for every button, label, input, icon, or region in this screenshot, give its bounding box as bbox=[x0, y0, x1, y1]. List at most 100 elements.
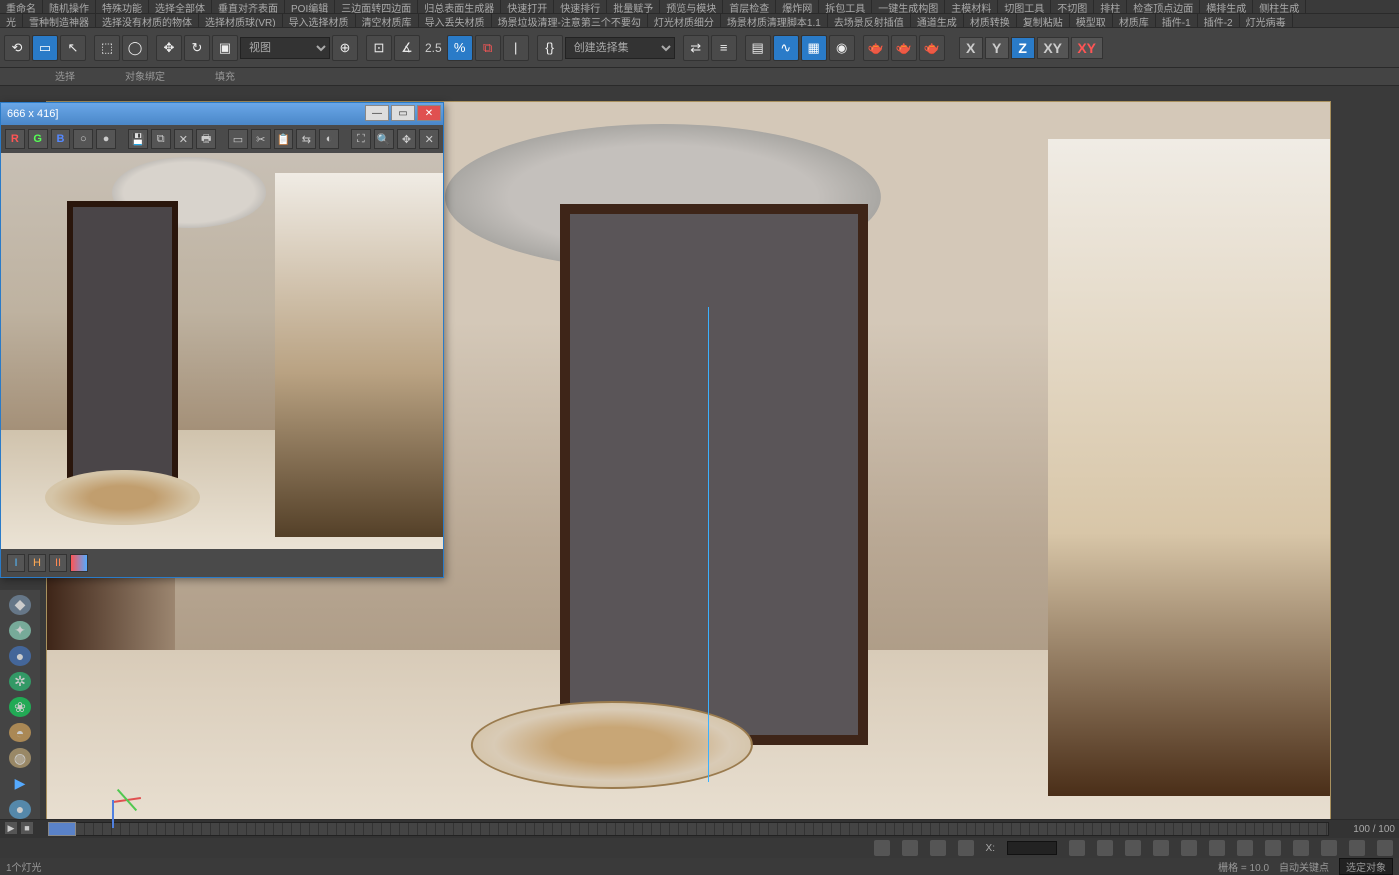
pivot-icon[interactable]: ⊕ bbox=[332, 35, 358, 61]
menu-item[interactable]: 预览与模块 bbox=[660, 0, 723, 13]
menu-item[interactable]: 侧柱生成 bbox=[1253, 0, 1306, 13]
status-icon-1[interactable] bbox=[874, 840, 890, 856]
clear-image-icon[interactable]: ✕ bbox=[174, 129, 194, 149]
scale-icon[interactable]: ▣ bbox=[212, 35, 238, 61]
named-sets-icon[interactable]: {} bbox=[537, 35, 563, 61]
reference-coord-dropdown[interactable]: 视图 bbox=[240, 37, 330, 59]
status-icon-4[interactable] bbox=[958, 840, 974, 856]
cloth-tab-icon[interactable]: ● bbox=[9, 646, 31, 666]
menu-item[interactable]: 去场景反射插值 bbox=[828, 14, 911, 27]
alpha-button[interactable]: ○ bbox=[73, 129, 93, 149]
menu-item[interactable]: 一键生成构图 bbox=[872, 0, 945, 13]
copy-icon[interactable]: 📋 bbox=[274, 129, 294, 149]
timeline-track[interactable] bbox=[48, 822, 1329, 836]
menu-item[interactable]: 特殊功能 bbox=[96, 0, 149, 13]
menu-item[interactable]: 插件-2 bbox=[1198, 14, 1240, 27]
menu-item[interactable]: 首层检查 bbox=[723, 0, 776, 13]
status-icon-2[interactable] bbox=[902, 840, 918, 856]
render-setup-icon[interactable]: 🫖 bbox=[863, 35, 889, 61]
zoom-fit-icon[interactable]: ⛶ bbox=[351, 129, 371, 149]
terrain-tab-icon[interactable]: ◍ bbox=[9, 748, 31, 768]
channel-g-button[interactable]: G bbox=[28, 129, 48, 149]
curve-editor-icon[interactable]: ∿ bbox=[773, 35, 799, 61]
edge-constraint-icon[interactable]: | bbox=[503, 35, 529, 61]
menu-item[interactable]: 场景材质清理脚本1.1 bbox=[721, 14, 828, 27]
percent-snap-icon[interactable]: % bbox=[447, 35, 473, 61]
menu-item[interactable]: 场景垃圾清理-注意第三个不要勾 bbox=[492, 14, 648, 27]
undo-icon[interactable]: ⟲ bbox=[4, 35, 30, 61]
menu-item[interactable]: POI编辑 bbox=[285, 0, 335, 13]
menu-item[interactable]: 材质转换 bbox=[964, 14, 1017, 27]
print-icon[interactable]: 🖶 bbox=[196, 129, 216, 149]
render-frame-icon[interactable]: 🫖 bbox=[891, 35, 917, 61]
close-button[interactable]: ✕ bbox=[417, 105, 441, 121]
mono-button[interactable]: ● bbox=[96, 129, 116, 149]
status-extra-icon[interactable] bbox=[70, 554, 88, 572]
particle-tab-icon[interactable]: ✲ bbox=[9, 672, 31, 692]
menu-item[interactable]: 导入选择材质 bbox=[283, 14, 356, 27]
menu-item[interactable]: 排柱 bbox=[1094, 0, 1127, 13]
align-icon[interactable]: ≡ bbox=[711, 35, 737, 61]
menu-item[interactable]: 不切图 bbox=[1051, 0, 1094, 13]
menu-item[interactable]: 爆炸网 bbox=[776, 0, 819, 13]
snap-toggle-icon[interactable]: ⊡ bbox=[366, 35, 392, 61]
nav-max-icon[interactable] bbox=[1377, 840, 1393, 856]
axis-z-button[interactable]: Z bbox=[1011, 37, 1035, 59]
nav-zoom-icon[interactable] bbox=[1321, 840, 1337, 856]
clone-image-icon[interactable]: ⧉ bbox=[151, 129, 171, 149]
timeline[interactable]: ▶ ■ 100 / 100 bbox=[0, 820, 1399, 838]
status-i-button[interactable]: I bbox=[7, 554, 25, 572]
mirror-icon[interactable]: ⇄ bbox=[683, 35, 709, 61]
key-filters-icon[interactable] bbox=[1125, 840, 1141, 856]
play-button[interactable]: ▶ bbox=[4, 821, 18, 835]
rock-tab-icon[interactable]: ◓ bbox=[9, 723, 31, 743]
channel-b-button[interactable]: B bbox=[51, 129, 71, 149]
menu-item[interactable]: 复制粘贴 bbox=[1017, 14, 1070, 27]
save-image-icon[interactable]: 💾 bbox=[128, 129, 148, 149]
magnet-icon[interactable]: ⧉ bbox=[475, 35, 501, 61]
menu-item[interactable]: 检查顶点边面 bbox=[1127, 0, 1200, 13]
crop-icon[interactable]: ✂ bbox=[251, 129, 271, 149]
axis-xy-button[interactable]: XY bbox=[1037, 37, 1069, 59]
region-icon[interactable]: ▭ bbox=[228, 129, 248, 149]
axis-y-button[interactable]: Y bbox=[985, 37, 1009, 59]
menu-item[interactable]: 随机操作 bbox=[43, 0, 96, 13]
menu-item[interactable]: 横排生成 bbox=[1200, 0, 1253, 13]
menu-item[interactable]: 垂直对齐表面 bbox=[212, 0, 285, 13]
hair-tab-icon[interactable]: ✦ bbox=[9, 621, 31, 641]
select-icon[interactable]: ▭ bbox=[32, 35, 58, 61]
menu-item[interactable]: 快速打开 bbox=[501, 0, 554, 13]
next-frame-icon[interactable] bbox=[1237, 840, 1253, 856]
rotate-icon[interactable]: ↻ bbox=[184, 35, 210, 61]
render-titlebar[interactable]: 666 x 416] — ▭ ✕ bbox=[1, 103, 443, 125]
menu-item[interactable]: 三边面转四边面 bbox=[335, 0, 418, 13]
axis-xy2-button[interactable]: XY bbox=[1071, 37, 1103, 59]
menu-item[interactable]: 主模材料 bbox=[945, 0, 998, 13]
lock-selection-field[interactable]: 选定对象 bbox=[1339, 858, 1393, 875]
menu-item[interactable]: 光 bbox=[0, 14, 23, 27]
status-ii-button[interactable]: II bbox=[49, 554, 67, 572]
sphere-icon[interactable]: ● bbox=[9, 800, 31, 820]
rect-select-icon[interactable]: ⬚ bbox=[94, 35, 120, 61]
status-icon-6[interactable] bbox=[1097, 840, 1113, 856]
plant-tab-icon[interactable]: ❀ bbox=[9, 697, 31, 717]
prev-frame-icon[interactable] bbox=[1181, 840, 1197, 856]
material-editor-icon[interactable]: ◉ bbox=[829, 35, 855, 61]
menu-item[interactable]: 选择全部体 bbox=[149, 0, 212, 13]
play-anim-icon[interactable] bbox=[1209, 840, 1225, 856]
model-tab-icon[interactable]: ◆ bbox=[9, 595, 31, 615]
menu-item[interactable]: 材质库 bbox=[1113, 14, 1156, 27]
menu-item[interactable]: 插件-1 bbox=[1156, 14, 1198, 27]
vr-icon[interactable]: ◐ bbox=[319, 129, 339, 149]
menu-item[interactable]: 清空材质库 bbox=[356, 14, 419, 27]
menu-item[interactable]: 导入丢失材质 bbox=[419, 14, 492, 27]
render-icon[interactable]: 🫖 bbox=[919, 35, 945, 61]
menu-item[interactable]: 归总表面生成器 bbox=[418, 0, 501, 13]
menu-item[interactable]: 重命名 bbox=[0, 0, 43, 13]
maximize-button[interactable]: ▭ bbox=[391, 105, 415, 121]
menu-item[interactable]: 切图工具 bbox=[998, 0, 1051, 13]
timeline-thumb[interactable] bbox=[48, 822, 76, 836]
cursor-icon[interactable]: ↖ bbox=[60, 35, 86, 61]
angle-snap-icon[interactable]: ∡ bbox=[394, 35, 420, 61]
move-icon[interactable]: ✥ bbox=[156, 35, 182, 61]
